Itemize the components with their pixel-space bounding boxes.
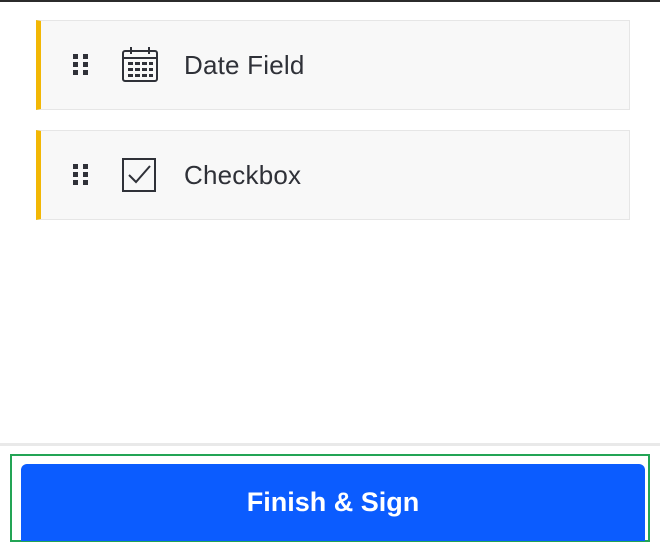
calendar-icon xyxy=(120,45,160,85)
field-label-checkbox: Checkbox xyxy=(184,159,302,190)
field-item-checkbox[interactable]: Checkbox xyxy=(36,130,630,220)
top-divider xyxy=(0,0,660,2)
field-list: Date Field Checkbox xyxy=(36,20,630,240)
field-item-date[interactable]: Date Field xyxy=(36,20,630,110)
footer-divider xyxy=(0,443,660,446)
finish-and-sign-button[interactable]: Finish & Sign xyxy=(21,464,645,541)
checkbox-icon xyxy=(120,155,160,195)
drag-handle-icon[interactable] xyxy=(73,164,89,186)
drag-handle-icon[interactable] xyxy=(73,54,89,76)
field-label-date: Date Field xyxy=(184,49,305,80)
